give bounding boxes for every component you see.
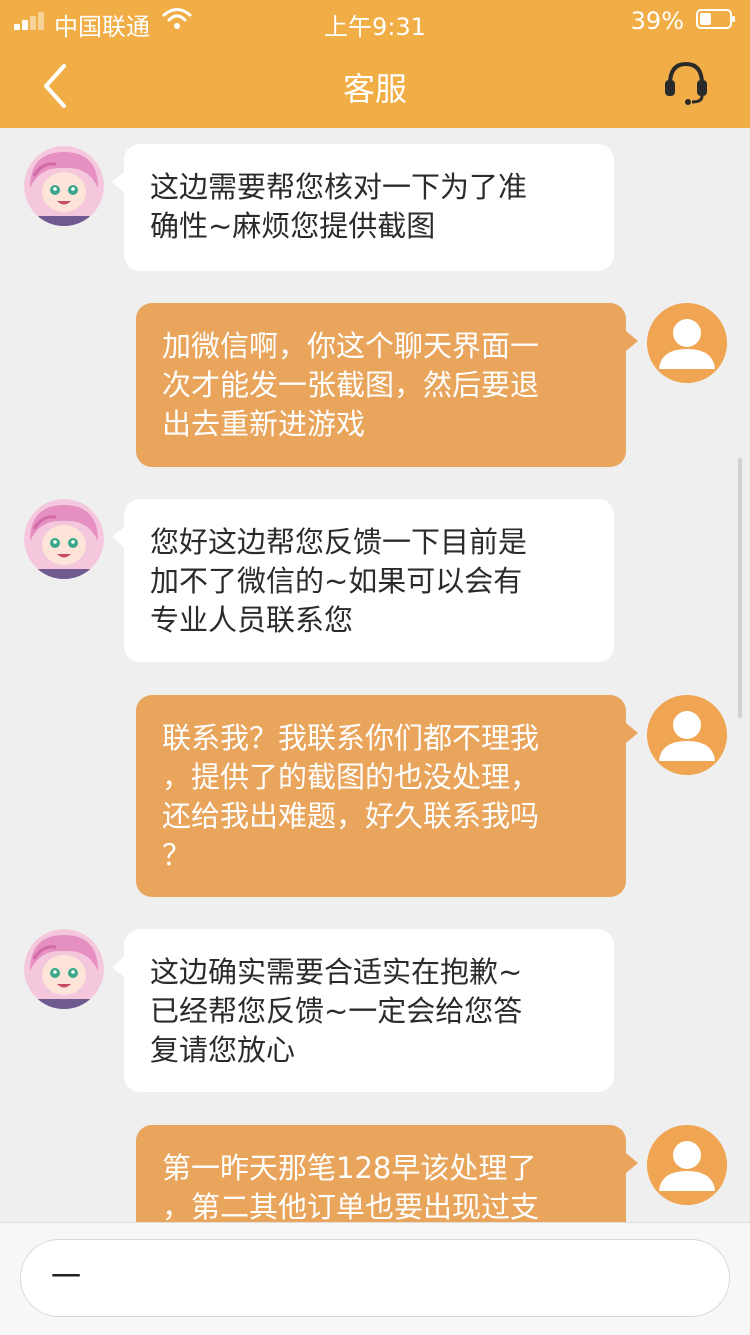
user-message: 联系我？我联系你们都不理我 ，提供了的截图的也没处理， 还给我出难题，好久联系我… — [136, 695, 638, 897]
agent-message: 这边需要帮您核对一下为了准 确性~麻烦您提供截图 — [112, 144, 614, 271]
user-message: 加微信啊，你这个聊天界面一 次才能发一张截图，然后要退 出去重新进游戏 — [136, 303, 638, 467]
agent-message: 您好这边帮您反馈一下目前是 加不了微信的~如果可以会有 专业人员联系您 — [112, 499, 614, 662]
user-silhouette-icon — [647, 695, 727, 775]
user-silhouette-icon — [647, 303, 727, 383]
agent-avatar — [24, 499, 104, 579]
status-bar: 中国联通 上午9:31 39% — [0, 0, 750, 41]
battery-icon — [696, 9, 735, 29]
page-title: 客服 — [342, 70, 407, 108]
input-bar: 一 — [0, 1222, 750, 1335]
user-avatar — [647, 303, 727, 383]
chat-area[interactable]: 这边需要帮您核对一下为了准 确性~麻烦您提供截图 加微信啊，你这个聊天界面一 次… — [0, 128, 750, 1222]
message-input[interactable]: 一 — [20, 1239, 730, 1317]
chat-scrollbar[interactable] — [738, 458, 742, 718]
user-message: 第一昨天那笔128早该处理了 ，第二其他订单也要出现过支 — [136, 1125, 638, 1222]
anime-girl-avatar-icon — [24, 499, 104, 579]
agent-avatar — [24, 929, 104, 1009]
agent-message: 这边确实需要合适实在抱歉~ 已经帮您反馈~一定会给您答 复请您放心 — [112, 929, 614, 1092]
top-bar: 中国联通 上午9:31 39% 客服 — [0, 0, 750, 128]
user-avatar — [647, 1125, 727, 1205]
anime-girl-avatar-icon — [24, 146, 104, 226]
user-silhouette-icon — [647, 1125, 727, 1205]
navigation-bar: 客服 — [0, 40, 750, 128]
headset-icon[interactable] — [662, 58, 710, 106]
anime-girl-avatar-icon — [24, 929, 104, 1009]
agent-avatar — [24, 146, 104, 226]
battery-percentage: 39% — [630, 7, 684, 35]
user-avatar — [647, 695, 727, 775]
